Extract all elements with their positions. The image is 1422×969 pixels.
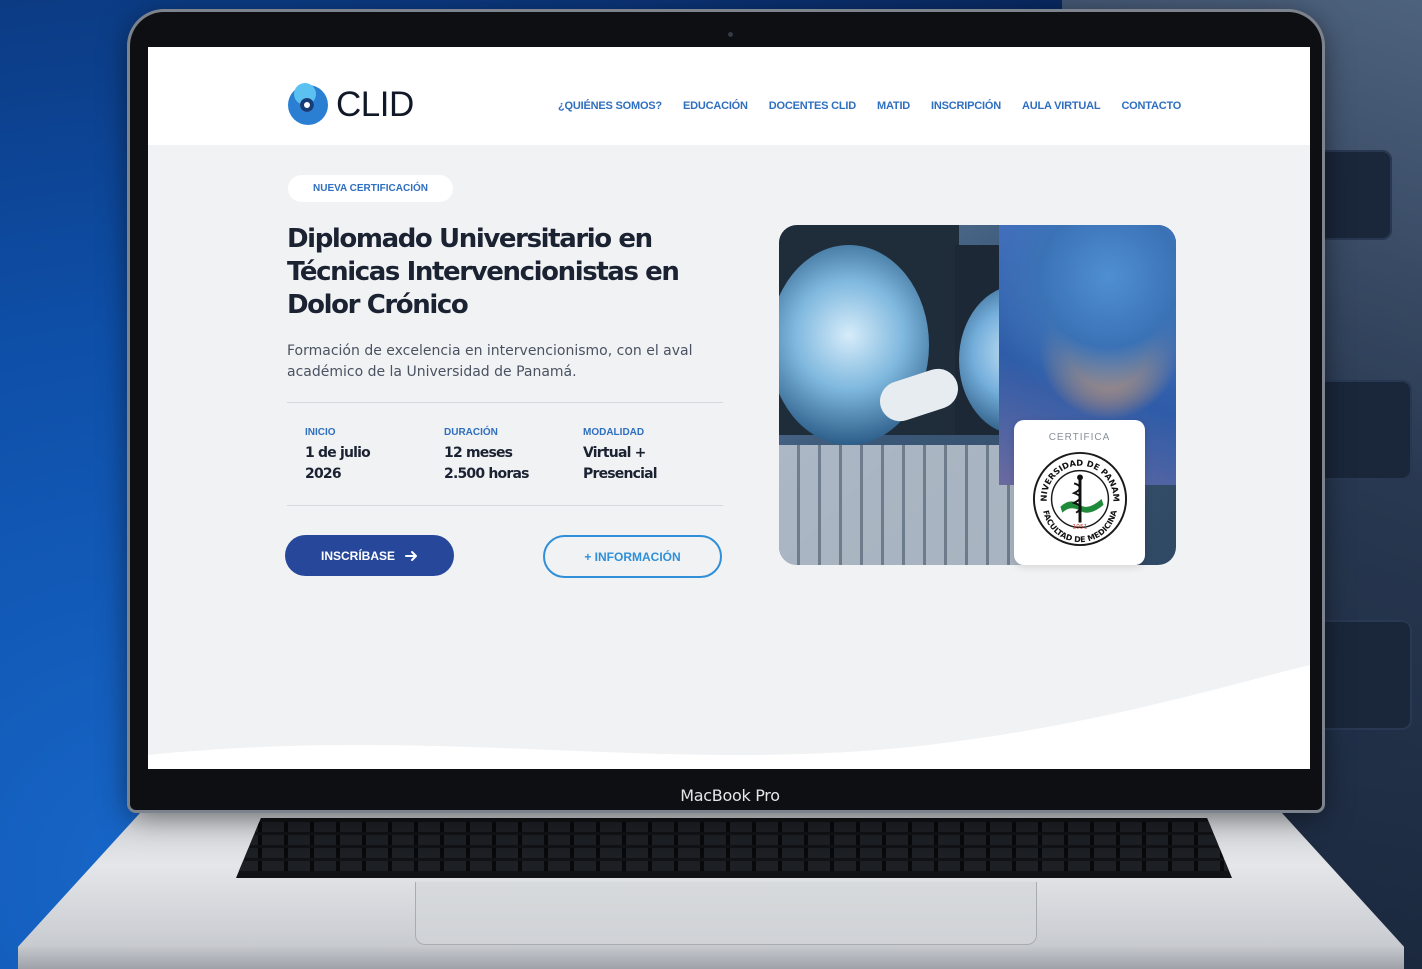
fact-value: 2.500 horas <box>444 466 529 482</box>
svg-text:1951: 1951 <box>1073 524 1088 530</box>
bottom-wave <box>148 665 1310 769</box>
divider <box>287 505 723 506</box>
nav-docentes-clid[interactable]: DOCENTES CLID <box>769 100 856 112</box>
enroll-button-label: INSCRÍBASE <box>320 548 395 563</box>
site-header: CLID ¿QUIÉNES SOMOS? EDUCACIÓN DOCENTES … <box>148 47 1310 145</box>
divider <box>287 402 723 403</box>
fact-inicio: INICIO 1 de julio 2026 <box>305 427 444 485</box>
fact-value: 12 meses <box>444 445 513 461</box>
hero-description: Formación de excelencia en intervencioni… <box>287 343 693 380</box>
arrow-right-icon <box>405 550 417 561</box>
program-facts: INICIO 1 de julio 2026 DURACIÓN 12 meses… <box>305 427 722 485</box>
fact-value: Presencial <box>583 466 658 482</box>
laptop-keyboard <box>236 818 1232 878</box>
enroll-button[interactable]: INSCRÍBASE <box>285 535 454 576</box>
device-label: MacBook Pro <box>680 786 780 805</box>
camera-icon <box>728 32 733 37</box>
nav-aula-virtual[interactable]: AULA VIRTUAL <box>1022 100 1101 112</box>
university-seal-icon: UNIVERSIDAD DE PANAMÁ FACULTAD DE MEDICI… <box>1031 450 1128 547</box>
fact-label: MODALIDAD <box>583 427 645 438</box>
more-info-button[interactable]: + INFORMACIÓN <box>543 535 722 578</box>
nav-inscripcion[interactable]: INSCRIPCIÓN <box>931 100 1001 112</box>
fact-label: INICIO <box>305 427 336 438</box>
nav-quienes-somos[interactable]: ¿QUIÉNES SOMOS? <box>558 100 662 112</box>
hero-section: NUEVA CERTIFICACIÓN Diplomado Universita… <box>148 145 1310 769</box>
fact-value: 1 de julio <box>305 445 371 461</box>
certification-badge: NUEVA CERTIFICACIÓN <box>288 175 453 202</box>
nav-matid[interactable]: MATID <box>877 100 910 112</box>
logo-icon <box>288 83 328 125</box>
nav-contacto[interactable]: CONTACTO <box>1121 100 1181 112</box>
logo[interactable]: CLID <box>288 83 414 125</box>
nav-educacion[interactable]: EDUCACIÓN <box>683 100 748 112</box>
laptop-screen: CLID ¿QUIÉNES SOMOS? EDUCACIÓN DOCENTES … <box>148 47 1310 769</box>
fact-value: 2026 <box>305 466 342 482</box>
fact-label: DURACIÓN <box>444 427 498 438</box>
fact-duracion: DURACIÓN 12 meses 2.500 horas <box>444 427 583 485</box>
certification-label: CERTIFICA <box>1048 432 1111 443</box>
main-nav: ¿QUIÉNES SOMOS? EDUCACIÓN DOCENTES CLID … <box>558 100 1181 112</box>
page-title: Diplomado Universitario en Técnicas Inte… <box>287 224 680 320</box>
logo-text: CLID <box>336 85 414 124</box>
laptop-trackpad <box>415 882 1037 945</box>
fact-value: Virtual + <box>583 445 646 461</box>
fact-modalidad: MODALIDAD Virtual + Presencial <box>583 427 722 485</box>
certification-card: CERTIFICA UNIVERSIDAD DE PANAMÁ FACULTAD… <box>1014 420 1145 565</box>
